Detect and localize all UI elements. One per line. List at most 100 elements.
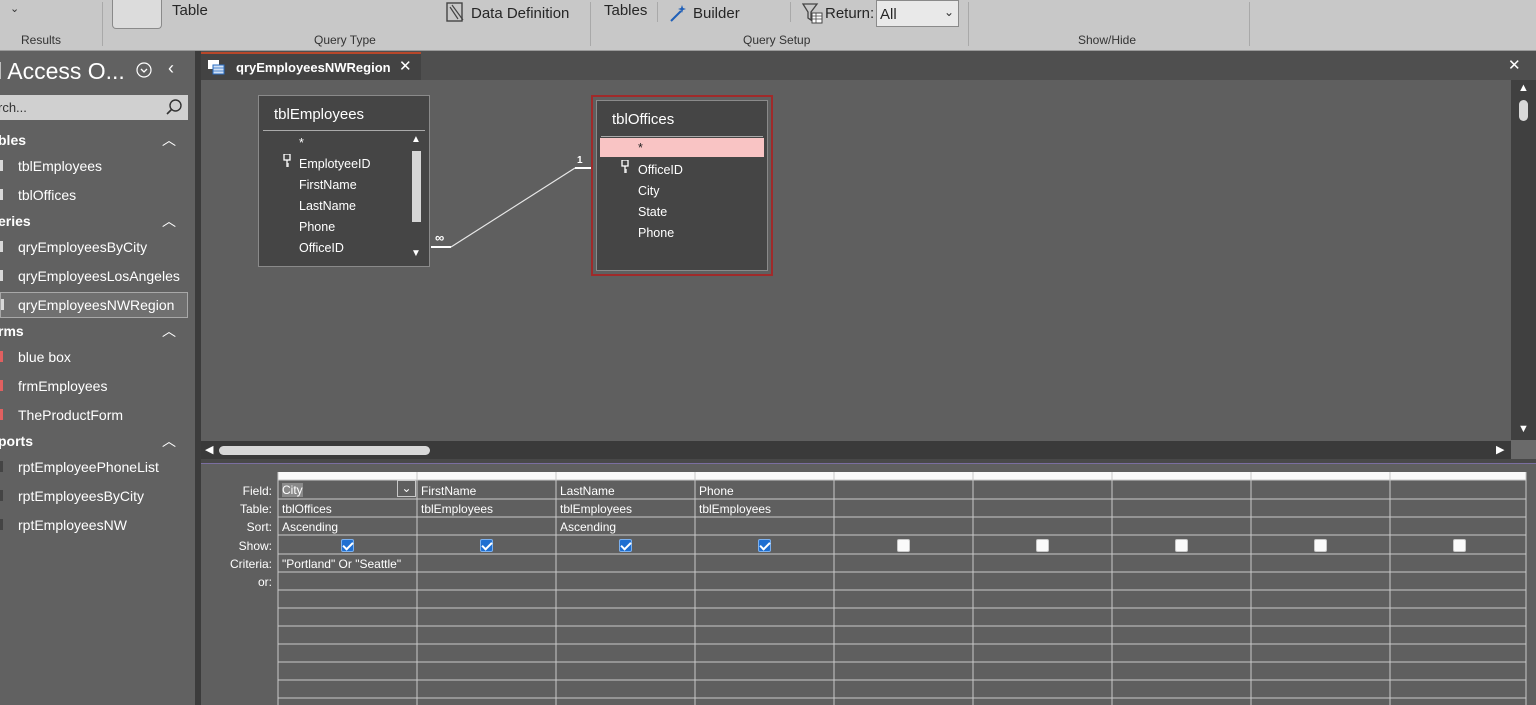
- nav-item-tbloffices[interactable]: tblOffices: [0, 182, 188, 208]
- nav-pane-title[interactable]: l Access O...: [0, 58, 125, 85]
- table-field-row[interactable]: Phone: [299, 220, 335, 234]
- nav-group-forms[interactable]: rms ︿: [0, 319, 188, 343]
- nav-item-theproductform[interactable]: TheProductForm: [0, 402, 188, 428]
- scroll-down-icon[interactable]: ▼: [1518, 423, 1529, 435]
- table-box-tblemployees[interactable]: tblEmployees * EmplotyeeID FirstName Las…: [258, 95, 430, 267]
- table-field-row[interactable]: FirstName: [299, 178, 357, 192]
- return-label: Return:: [825, 5, 875, 22]
- selected-field-row[interactable]: [600, 138, 764, 157]
- show-checkbox[interactable]: [897, 539, 910, 552]
- tab-qryemployeesnwregion[interactable]: qryEmployeesNWRegion ✕: [201, 52, 421, 80]
- criteria-cell[interactable]: "Portland" Or "Seattle": [279, 557, 401, 571]
- group-label-query-setup: Query Setup: [743, 33, 811, 47]
- table-query-label[interactable]: Table: [172, 2, 208, 19]
- nav-group-tables[interactable]: bles ︿: [0, 128, 188, 152]
- chevron-down-icon[interactable]: ⌄: [397, 480, 416, 497]
- scroll-thumb[interactable]: [1519, 100, 1528, 121]
- scroll-up-icon[interactable]: ▲: [411, 134, 421, 145]
- show-checkbox[interactable]: [619, 539, 632, 552]
- pane-splitter[interactable]: [201, 459, 1536, 464]
- collapse-pane-icon[interactable]: ‹: [168, 58, 174, 79]
- table-field-row[interactable]: OfficeID: [638, 163, 683, 177]
- relationship-one-label: 1: [577, 155, 583, 166]
- grid-lines: [277, 472, 1527, 705]
- table-field-row[interactable]: LastName: [299, 199, 356, 213]
- horizontal-scrollbar[interactable]: ◀ ▶: [201, 441, 1511, 459]
- show-checkbox[interactable]: [1175, 539, 1188, 552]
- table-box-tbloffices[interactable]: tblOffices * OfficeID City State Phone: [596, 100, 768, 271]
- table-cell[interactable]: tblEmployees: [696, 502, 771, 516]
- table-field-row[interactable]: *: [638, 141, 643, 155]
- data-definition-button[interactable]: Data Definition: [471, 5, 569, 22]
- field-cell[interactable]: LastName: [557, 484, 615, 498]
- nav-item-qryemployeeslosangeles[interactable]: qryEmployeesLosAngeles: [0, 263, 188, 289]
- ribbon-separator: [1249, 2, 1250, 46]
- nav-item-qryemployeesnwregion[interactable]: qryEmployeesNWRegion: [0, 292, 188, 318]
- table-box-title: tblEmployees: [274, 106, 365, 123]
- scroll-down-icon[interactable]: ▼: [411, 248, 421, 259]
- table-field-row[interactable]: State: [638, 205, 667, 219]
- table-design-surface[interactable]: ∞ 1 tblEmployees * EmplotyeeID FirstName…: [201, 80, 1511, 441]
- search-icon[interactable]: [165, 98, 183, 121]
- query-icon: [0, 241, 3, 252]
- field-cell[interactable]: FirstName: [418, 484, 476, 498]
- scroll-corner: [1511, 440, 1536, 459]
- show-checkbox[interactable]: [1036, 539, 1049, 552]
- field-cell-combo[interactable]: City ⌄: [279, 480, 416, 498]
- table-query-button[interactable]: [112, 0, 162, 29]
- nav-item-tblemployees[interactable]: tblEmployees: [0, 153, 188, 179]
- sort-cell[interactable]: Ascending: [279, 520, 338, 534]
- data-definition-icon: [446, 2, 466, 22]
- nav-item-rptemployeephonelist[interactable]: rptEmployeePhoneList: [0, 454, 188, 480]
- show-checkbox[interactable]: [1314, 539, 1327, 552]
- scroll-left-icon[interactable]: ◀: [205, 443, 213, 456]
- nav-pane-menu-icon[interactable]: [136, 62, 152, 83]
- tables-button[interactable]: Tables: [604, 2, 647, 19]
- form-icon: [0, 409, 3, 420]
- show-checkbox[interactable]: [341, 539, 354, 552]
- vertical-scrollbar[interactable]: ▲ ▼: [1511, 80, 1536, 459]
- scroll-right-icon[interactable]: ▶: [1496, 443, 1504, 456]
- chevron-up-icon[interactable]: ︿: [162, 431, 176, 451]
- show-checkbox[interactable]: [1453, 539, 1466, 552]
- table-field-row[interactable]: EmplotyeeID: [299, 157, 371, 171]
- chevron-up-icon[interactable]: ︿: [162, 211, 176, 231]
- show-checkbox[interactable]: [758, 539, 771, 552]
- table-box-scrollbar[interactable]: ▲ ▼: [410, 134, 423, 262]
- table-field-row[interactable]: City: [638, 184, 660, 198]
- builder-button[interactable]: Builder: [693, 5, 740, 22]
- table-cell[interactable]: tblEmployees: [418, 502, 493, 516]
- field-cell[interactable]: Phone: [696, 484, 734, 498]
- chevron-up-icon[interactable]: ︿: [162, 130, 176, 150]
- nav-item-frmemployees[interactable]: frmEmployees: [0, 373, 188, 399]
- nav-item-blue-box[interactable]: blue box: [0, 344, 188, 370]
- nav-group-label: bles: [0, 132, 27, 148]
- close-window-icon[interactable]: ✕: [1508, 56, 1521, 74]
- table-cell[interactable]: tblEmployees: [557, 502, 632, 516]
- chevron-down-icon[interactable]: ⌄: [10, 2, 19, 15]
- table-field-row[interactable]: *: [299, 136, 304, 150]
- nav-item-label: blue box: [18, 349, 71, 365]
- table-box-divider: [263, 130, 425, 131]
- nav-item-qryemployeesbycity[interactable]: qryEmployeesByCity: [0, 234, 188, 260]
- show-checkbox[interactable]: [480, 539, 493, 552]
- scroll-up-icon[interactable]: ▲: [1518, 82, 1529, 94]
- sort-cell[interactable]: Ascending: [557, 520, 616, 534]
- group-label-show-hide: Show/Hide: [1078, 33, 1137, 47]
- table-cell[interactable]: tblOffices: [279, 502, 332, 516]
- nav-item-rptemployeesnw[interactable]: rptEmployeesNW: [0, 512, 188, 538]
- return-select[interactable]: All ⌄: [876, 0, 959, 27]
- table-field-row[interactable]: OfficeID: [299, 241, 344, 255]
- table-field-row[interactable]: Phone: [638, 226, 674, 240]
- nav-item-rptemployeesbycity[interactable]: rptEmployeesByCity: [0, 483, 188, 509]
- close-tab-icon[interactable]: ✕: [399, 57, 412, 75]
- return-select-value: All: [880, 6, 897, 23]
- nav-group-queries[interactable]: eries ︿: [0, 209, 188, 233]
- scroll-thumb[interactable]: [412, 151, 421, 222]
- nav-group-reports[interactable]: ports ︿: [0, 429, 188, 453]
- nav-search-box[interactable]: rch...: [0, 95, 188, 120]
- primary-key-icon: [283, 153, 291, 173]
- scroll-thumb[interactable]: [219, 446, 430, 455]
- chevron-up-icon[interactable]: ︿: [162, 321, 176, 341]
- nav-search-placeholder: rch...: [0, 100, 27, 115]
